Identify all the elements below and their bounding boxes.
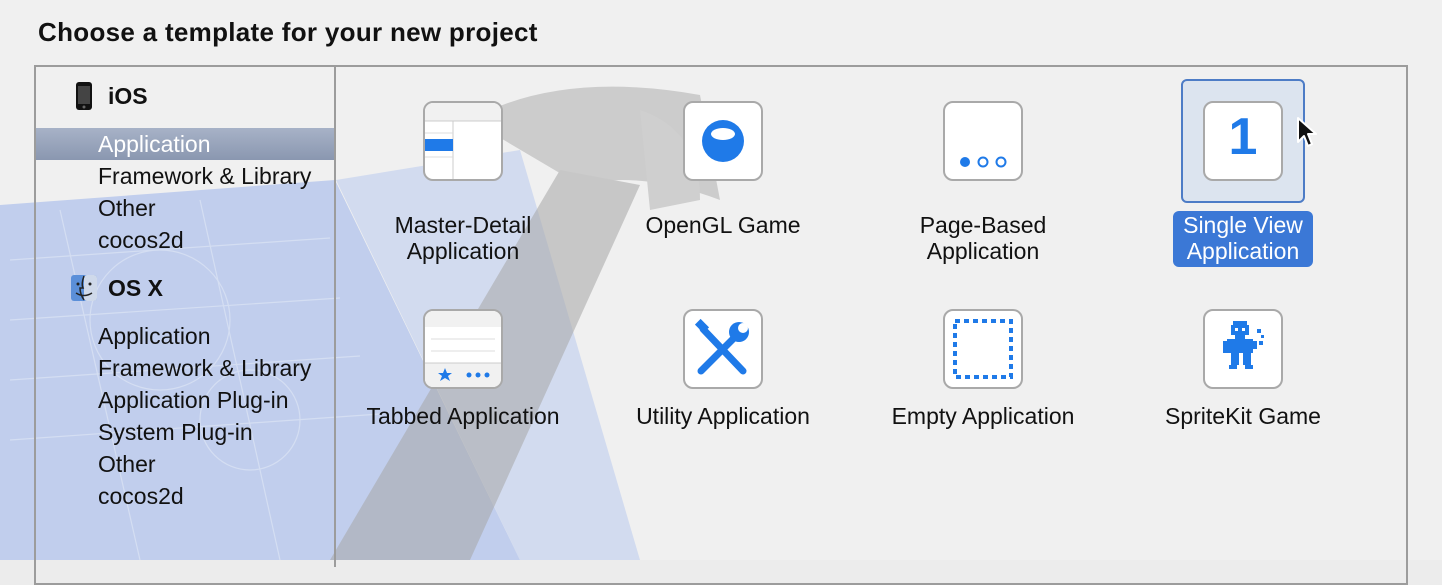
sidebar-section-label: OS X [108,274,163,301]
platform-sidebar: iOS Application Framework & Library Othe… [36,67,336,567]
master-detail-icon [423,101,503,181]
sidebar-section-ios: iOS [70,79,148,113]
template-label: Page-Based Application [919,212,1047,264]
template-page-based[interactable]: Page-Based Application [853,79,1113,267]
sidebar-item-ios-framework-library[interactable]: Framework & Library [36,160,334,192]
template-label: OpenGL Game [645,212,801,238]
selected-template-highlight: 1 [1181,79,1305,203]
sidebar-item-osx-application[interactable]: Application [36,320,334,352]
sidebar-item-ios-cocos2d[interactable]: cocos2d [36,224,334,256]
single-view-icon: 1 [1203,101,1283,181]
template-label: Master-Detail Application [394,212,532,264]
template-label: Empty Application [891,403,1075,429]
template-spritekit[interactable]: SpriteKit Game [1113,287,1373,432]
sidebar-section-label: iOS [108,82,148,109]
dashed-square-icon [943,309,1023,389]
finder-icon [70,273,98,303]
template-master-detail[interactable]: Master-Detail Application [333,79,593,267]
opengl-sphere-icon [683,101,763,181]
sidebar-item-ios-application[interactable]: Application [36,128,334,160]
template-single-view[interactable]: 1 Single View Application [1113,79,1373,267]
sidebar-section-osx: OS X [70,271,163,305]
template-utility[interactable]: Utility Application [593,287,853,432]
template-empty[interactable]: Empty Application [853,287,1113,432]
sidebar-item-osx-application-plugin[interactable]: Application Plug-in [36,384,334,416]
template-label: SpriteKit Game [1165,403,1321,429]
sidebar-item-osx-framework-library[interactable]: Framework & Library [36,352,334,384]
sidebar-item-ios-other[interactable]: Other [36,192,334,224]
sidebar-item-osx-other[interactable]: Other [36,448,334,480]
template-label: Utility Application [636,403,810,429]
template-opengl-game[interactable]: OpenGL Game [593,79,853,241]
mouse-pointer-icon [1297,117,1317,147]
sidebar-item-osx-system-plugin[interactable]: System Plug-in [36,416,334,448]
single-view-icon-number: 1 [1228,108,1258,166]
wrench-screwdriver-icon [683,309,763,389]
sprite-character-icon [1203,309,1283,389]
page-dots-icon [943,101,1023,181]
iphone-icon [70,81,98,111]
template-tabbed[interactable]: Tabbed Application [333,287,593,432]
page-title: Choose a template for your new project [38,17,538,47]
template-grid: Master-Detail Application OpenGL Game Pag… [336,67,1406,567]
sidebar-item-osx-cocos2d[interactable]: cocos2d [36,480,334,512]
template-label: Single View Application [1173,211,1313,267]
template-label: Tabbed Application [366,403,560,429]
tab-bar-icon [423,309,503,389]
